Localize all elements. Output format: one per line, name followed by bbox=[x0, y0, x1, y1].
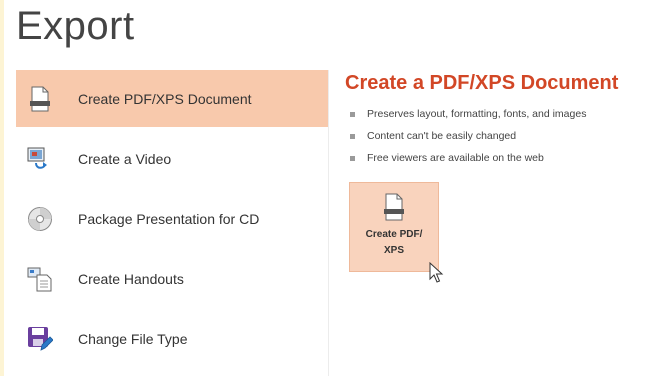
bullet-square-icon bbox=[350, 133, 355, 139]
list-item: Preserves layout, formatting, fonts, and… bbox=[345, 103, 647, 125]
video-icon bbox=[26, 145, 54, 173]
sidebar-item-label: Create a Video bbox=[78, 150, 172, 167]
create-pdf-xps-button[interactable]: Create PDF/ XPS bbox=[349, 182, 439, 272]
handouts-icon bbox=[26, 265, 54, 293]
export-options-list: Create PDF/XPS Document Create a Video P… bbox=[16, 70, 328, 376]
button-label-line-1: Create PDF/ bbox=[365, 229, 423, 240]
button-label-line-2: XPS bbox=[383, 245, 404, 256]
bullet-square-icon bbox=[350, 111, 355, 117]
create-pdf-xps-button-label: Create PDF/ XPS bbox=[354, 227, 434, 259]
bullet-text: Content can't be easily changed bbox=[367, 130, 517, 142]
feature-bullet-list: Preserves layout, formatting, fonts, and… bbox=[345, 103, 647, 169]
save-file-icon bbox=[26, 325, 54, 353]
detail-pane: Create a PDF/XPS Document Preserves layo… bbox=[345, 72, 647, 169]
detail-heading: Create a PDF/XPS Document bbox=[345, 72, 619, 94]
sidebar-item-create-handouts[interactable]: Create Handouts bbox=[16, 250, 328, 307]
sidebar-item-change-file-type[interactable]: Change File Type bbox=[16, 310, 328, 367]
sidebar-item-create-pdf-xps[interactable]: Create PDF/XPS Document bbox=[16, 70, 328, 127]
page-title: Export bbox=[16, 4, 135, 48]
sidebar-item-label: Package Presentation for CD bbox=[78, 210, 260, 227]
bullet-text: Free viewers are available on the web bbox=[367, 152, 544, 164]
backstage-panel: Export Create PDF/XPS Document Create a … bbox=[4, 0, 651, 376]
sidebar-item-label: Create Handouts bbox=[78, 270, 184, 287]
sidebar-item-package-for-cd[interactable]: Package Presentation for CD bbox=[16, 190, 328, 247]
list-item: Free viewers are available on the web bbox=[345, 147, 647, 169]
sidebar-item-label: Change File Type bbox=[78, 330, 188, 347]
panel-divider bbox=[328, 70, 329, 376]
bullet-text: Preserves layout, formatting, fonts, and… bbox=[367, 108, 587, 120]
bullet-square-icon bbox=[350, 155, 355, 161]
cd-icon bbox=[26, 205, 54, 233]
mouse-pointer-icon bbox=[429, 262, 444, 283]
sidebar-item-create-video[interactable]: Create a Video bbox=[16, 130, 328, 187]
pdf-document-icon bbox=[381, 193, 407, 221]
pdf-document-icon bbox=[26, 85, 54, 113]
list-item: Content can't be easily changed bbox=[345, 125, 647, 147]
sidebar-item-label: Create PDF/XPS Document bbox=[78, 90, 252, 107]
